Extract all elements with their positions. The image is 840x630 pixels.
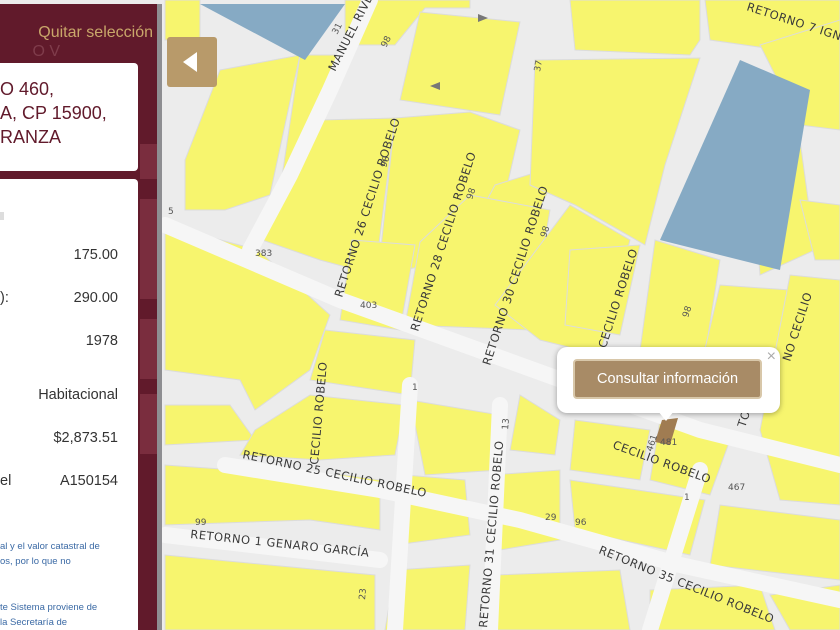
panel-background-stripe: [140, 319, 157, 379]
info-label: ):: [0, 290, 9, 306]
info-value: 290.00: [73, 290, 118, 306]
address-line: RANZA: [0, 127, 62, 147]
lot-number: 383: [255, 249, 272, 259]
clear-selection-shadow: O V: [32, 43, 60, 60]
lot-number: 1: [412, 383, 418, 393]
lot-number: 1: [684, 493, 690, 503]
address-line: O 460,: [0, 79, 55, 99]
info-value: A150154: [59, 473, 118, 489]
info-box: 175.00 ): 290.00 1978 Habitacional $2,87…: [0, 179, 138, 630]
triangle-left-icon: [183, 52, 197, 72]
lot-number: 467: [728, 483, 745, 493]
lot: [164, 0, 201, 41]
source-note: te Sistema proviene de la Secretaría de: [0, 600, 138, 630]
map-popup: × Consultar información: [557, 347, 780, 421]
lot: [569, 0, 701, 56]
list-bullet: [0, 212, 4, 220]
info-row: Habitacional: [0, 387, 138, 407]
side-panel: Quitar selección O V O 460, A, CP 15900,…: [0, 4, 162, 630]
note-line: la Secretaría de: [0, 617, 68, 628]
panel-background-stripe: [140, 199, 157, 299]
consult-info-button[interactable]: Consultar información: [573, 359, 762, 399]
address-line: A, CP 15900,: [0, 103, 107, 123]
lot-number: 29: [545, 513, 557, 523]
lot-number: 23: [358, 588, 369, 600]
disclaimer-note: al y el valor catastral de os, por lo qu…: [0, 539, 138, 569]
clear-selection-link[interactable]: Quitar selección: [0, 24, 157, 42]
panel-background-stripe: [140, 394, 157, 454]
close-icon[interactable]: ×: [767, 347, 776, 367]
note-line: al y el valor catastral de: [0, 541, 100, 552]
lot-number: 5: [168, 207, 174, 217]
info-value: $2,873.51: [53, 430, 118, 446]
lot: [399, 11, 521, 116]
info-row: el A150154: [0, 473, 138, 493]
lot: [489, 569, 631, 630]
lot-number: 37: [533, 60, 545, 73]
info-label: el: [0, 473, 12, 489]
panel-background-stripe: [140, 144, 157, 179]
note-line: os, por lo que no: [0, 556, 71, 567]
info-value: 1978: [85, 333, 118, 349]
lot-number: 13: [501, 418, 512, 430]
panel-scrollbar[interactable]: [157, 4, 162, 630]
popup-tail: [658, 411, 674, 421]
lot-number: 99: [195, 518, 207, 528]
info-row: $2,873.51: [0, 430, 138, 450]
lot-number: 96: [575, 518, 587, 528]
address-box: O 460, A, CP 15900, RANZA: [0, 63, 138, 171]
lot-number: 481: [660, 438, 677, 448]
collapse-panel-button[interactable]: [167, 37, 217, 87]
info-row: ): 290.00: [0, 290, 138, 310]
info-row: 175.00: [0, 247, 138, 267]
info-value: 175.00: [73, 247, 118, 263]
lot-number: 403: [360, 301, 377, 311]
note-line: te Sistema proviene de: [0, 602, 98, 613]
info-value: Habitacional: [38, 387, 118, 403]
info-row: 1978: [0, 333, 138, 353]
